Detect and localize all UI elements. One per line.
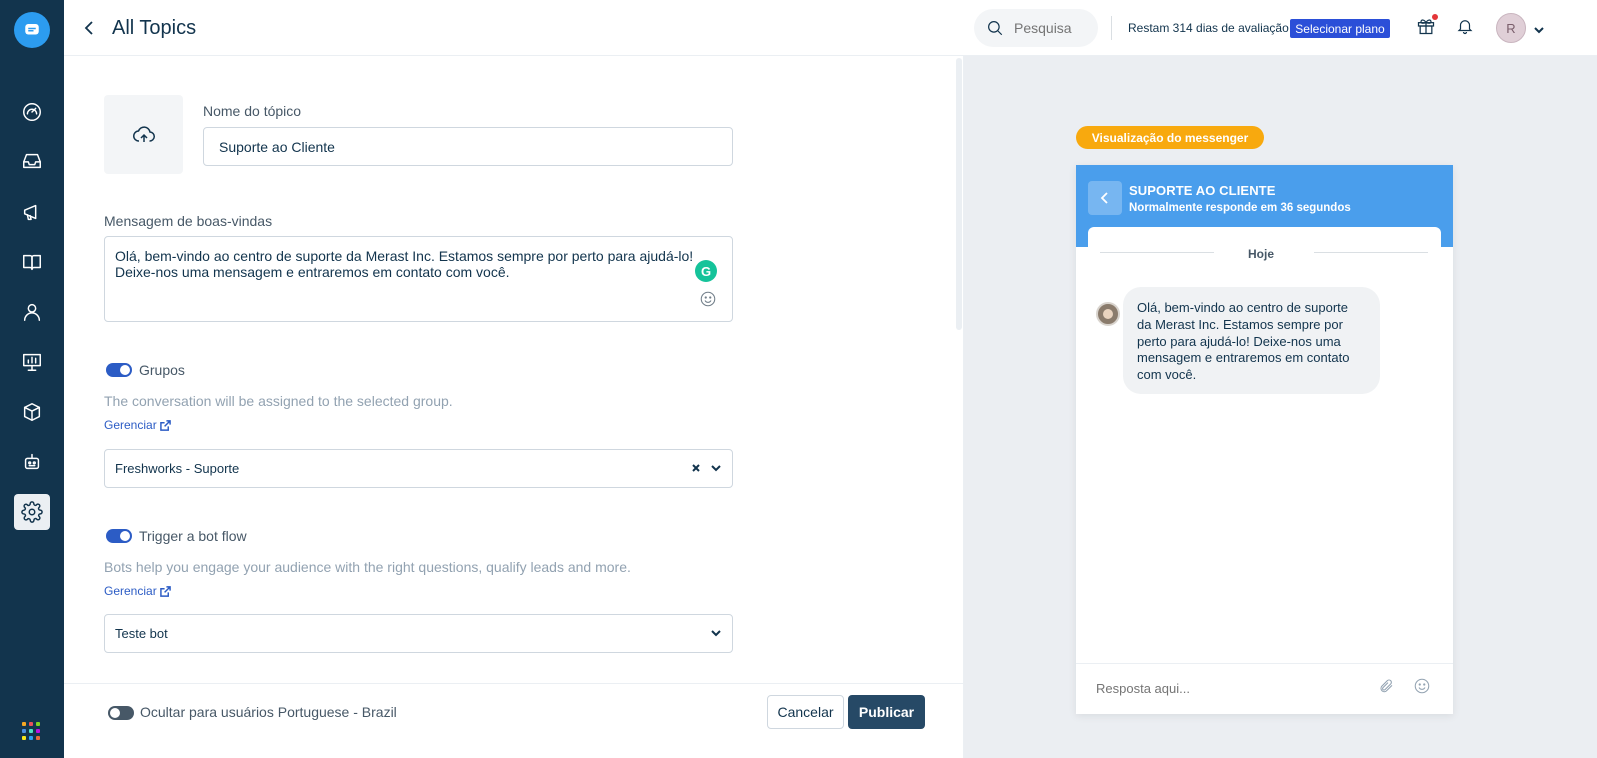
bot-select[interactable]: Teste bot xyxy=(104,614,733,653)
bot-flow-toggle[interactable] xyxy=(106,529,132,543)
left-nav xyxy=(0,0,64,758)
campaigns-icon[interactable] xyxy=(14,194,50,230)
reports-icon[interactable] xyxy=(14,344,50,380)
back-arrow-icon[interactable] xyxy=(78,16,102,40)
contacts-icon[interactable] xyxy=(14,294,50,330)
welcome-message-label: Mensagem de boas-vindas xyxy=(104,213,273,229)
messenger-conversation: Hoje Olá, bem-vindo ao centro de suporte… xyxy=(1088,227,1441,655)
search-icon xyxy=(988,21,1003,36)
date-divider-left xyxy=(1100,252,1214,253)
page-title: All Topics xyxy=(112,17,197,39)
top-header: All Topics Restam 314 dias de avaliação … xyxy=(64,0,1597,56)
chevron-down-icon[interactable] xyxy=(710,462,722,474)
topic-name-label: Nome do tópico xyxy=(203,103,302,119)
topic-name-input[interactable] xyxy=(203,127,733,166)
settings-gear-icon[interactable] xyxy=(14,494,50,530)
chevron-down-icon[interactable] xyxy=(710,627,722,639)
messenger-preview-badge: Visualização do messenger xyxy=(1076,126,1264,149)
inbox-icon[interactable] xyxy=(14,143,50,179)
bot-manage-label: Gerenciar xyxy=(104,584,157,598)
bot-flow-label: Trigger a bot flow xyxy=(139,528,247,544)
form-scrollbar[interactable] xyxy=(956,58,962,330)
groups-select[interactable]: Freshworks - Suporte xyxy=(104,449,733,488)
cancel-button[interactable]: Cancelar xyxy=(767,695,844,729)
groups-toggle[interactable] xyxy=(106,363,132,377)
app-switcher-grid-icon[interactable] xyxy=(22,722,40,740)
topic-icon-upload[interactable] xyxy=(104,95,183,174)
reply-input[interactable] xyxy=(1096,681,1346,696)
chevron-down-icon[interactable] xyxy=(1534,22,1544,40)
groups-manage-link[interactable]: Gerenciar xyxy=(104,418,171,432)
groups-selected-value: Freshworks - Suporte xyxy=(115,461,240,476)
bot-help-text: Bots help you engage your audience with … xyxy=(104,559,631,575)
paperclip-icon[interactable] xyxy=(1378,678,1396,696)
groups-help-text: The conversation will be assigned to the… xyxy=(104,393,453,409)
groups-label: Grupos xyxy=(139,362,185,378)
select-plan-button[interactable]: Selecionar plano xyxy=(1290,19,1390,38)
dashboard-icon[interactable] xyxy=(14,94,50,130)
external-link-icon xyxy=(159,419,171,431)
freshchat-logo-icon[interactable] xyxy=(14,12,50,48)
hide-for-users-toggle[interactable] xyxy=(108,706,134,720)
trial-days-text: Restam 314 dias de avaliação xyxy=(1128,21,1289,35)
integrations-box-icon[interactable] xyxy=(14,394,50,430)
user-avatar[interactable]: R xyxy=(1496,13,1526,43)
gift-icon[interactable] xyxy=(1416,14,1438,38)
external-link-icon xyxy=(159,585,171,597)
messenger-response-time: Normalmente responde em 36 segundos xyxy=(1129,202,1351,214)
hide-for-users-label: Ocultar para usuários Portuguese - Brazi… xyxy=(140,704,397,720)
messenger-title: SUPORTE AO CLIENTE xyxy=(1129,183,1276,198)
bot-manage-link[interactable]: Gerenciar xyxy=(104,584,171,598)
groups-manage-label: Gerenciar xyxy=(104,418,157,432)
messenger-widget: SUPORTE AO CLIENTE Normalmente responde … xyxy=(1076,165,1453,714)
messenger-reply-bar xyxy=(1076,663,1453,714)
search-box[interactable] xyxy=(974,9,1098,47)
welcome-message-bubble: Olá, bem-vindo ao centro de suporte da M… xyxy=(1123,287,1380,394)
bot-selected-value: Teste bot xyxy=(115,626,168,641)
clear-x-icon[interactable] xyxy=(690,462,702,474)
notification-dot xyxy=(1432,14,1438,20)
bot-icon[interactable] xyxy=(14,444,50,480)
emoji-icon[interactable] xyxy=(699,290,717,308)
welcome-message-textarea[interactable]: Olá, bem-vindo ao centro de suporte da M… xyxy=(104,236,733,322)
knowledge-base-icon[interactable] xyxy=(14,244,50,280)
publish-button[interactable]: Publicar xyxy=(848,695,925,729)
date-divider-label: Hoje xyxy=(1248,247,1275,261)
search-input[interactable] xyxy=(1014,20,1094,36)
date-divider-right xyxy=(1314,252,1428,253)
emoji-icon[interactable] xyxy=(1413,677,1431,695)
grammarly-icon[interactable]: G xyxy=(695,260,717,282)
header-divider xyxy=(1111,16,1112,40)
agent-avatar xyxy=(1096,302,1120,326)
bell-icon[interactable] xyxy=(1456,17,1478,39)
welcome-message-text: Olá, bem-vindo ao centro de suporte da M… xyxy=(115,248,694,280)
cloud-upload-icon xyxy=(132,125,155,142)
messenger-back-icon[interactable] xyxy=(1088,181,1122,215)
